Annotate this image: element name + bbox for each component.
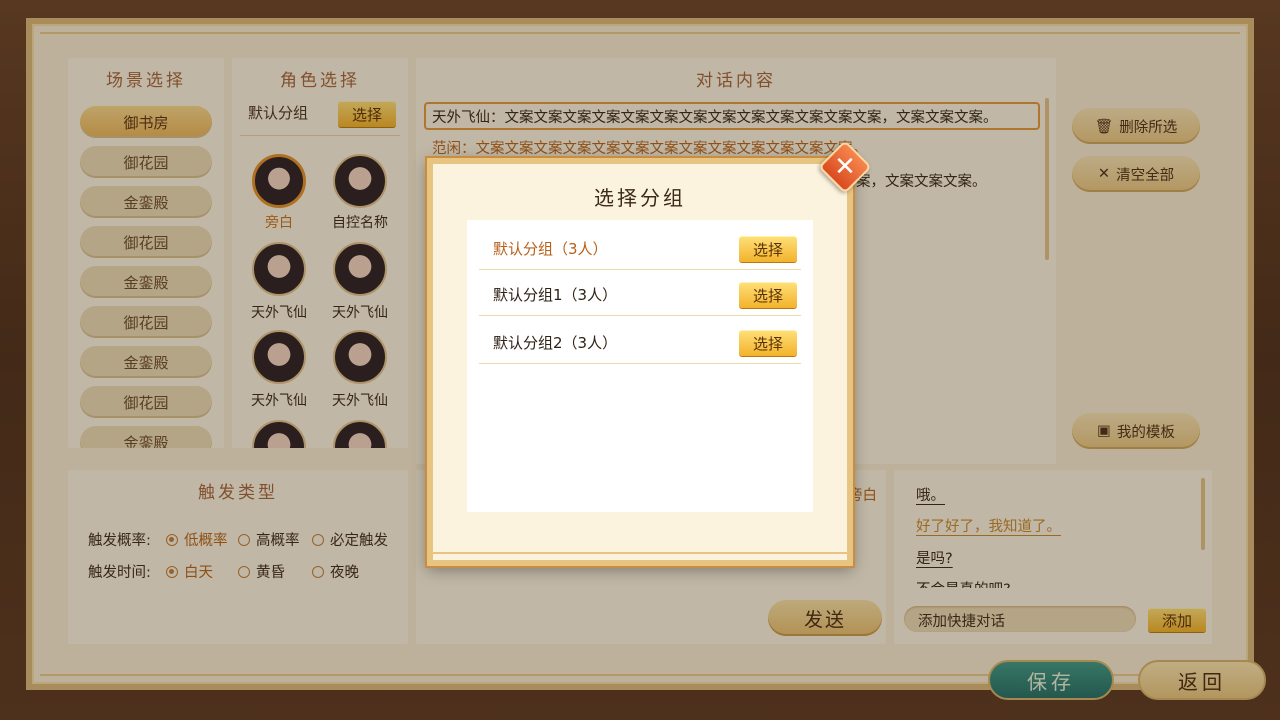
group-select-button[interactable]: 选择 xyxy=(739,282,797,308)
group-row[interactable]: 默认分组2（3人） 选择 xyxy=(479,318,801,364)
select-group-modal: 选择分组 默认分组（3人） 选择 默认分组1（3人） 选择 默认分组2（3人） … xyxy=(427,158,853,566)
group-label: 默认分组1（3人） xyxy=(493,286,618,304)
group-label: 默认分组（3人） xyxy=(493,240,608,258)
close-icon[interactable]: ✕ xyxy=(826,148,864,186)
group-select-button[interactable]: 选择 xyxy=(739,330,797,356)
modal-bottom-line xyxy=(433,552,847,554)
group-label: 默认分组2（3人） xyxy=(493,334,618,352)
group-row[interactable]: 默认分组1（3人） 选择 xyxy=(479,270,801,316)
group-row[interactable]: 默认分组（3人） 选择 xyxy=(479,224,801,270)
modal-title: 选择分组 xyxy=(594,186,686,210)
group-select-button[interactable]: 选择 xyxy=(739,236,797,262)
group-list: 默认分组（3人） 选择 默认分组1（3人） 选择 默认分组2（3人） 选择 xyxy=(467,220,813,512)
